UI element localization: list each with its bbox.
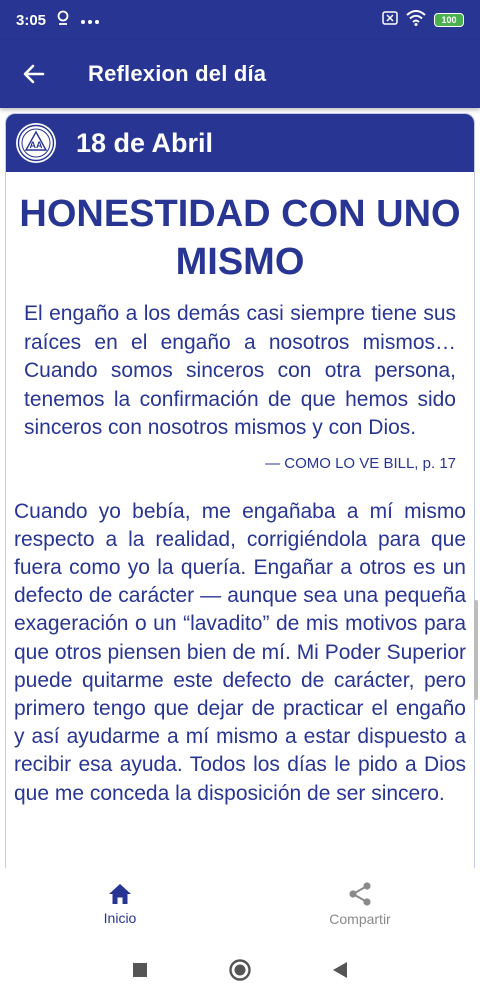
- logo-text: AA: [30, 140, 43, 150]
- bottom-navigation: Inicio Compartir: [0, 868, 480, 940]
- nav-item-inicio[interactable]: Inicio: [0, 868, 240, 940]
- back-button[interactable]: [6, 46, 62, 102]
- reflection-card: AA 18 de Abril HONESTIDAD CON UNO MISMO …: [5, 113, 475, 873]
- reading-quote: El engaño a los demás casi siempre tiene…: [24, 302, 456, 439]
- card-header: AA 18 de Abril: [6, 114, 474, 172]
- scrollbar[interactable]: [474, 600, 478, 700]
- status-bar: 3:05 100: [0, 0, 480, 40]
- back-nav-button[interactable]: [325, 955, 355, 985]
- home-icon: [109, 884, 131, 904]
- nav-label-compartir: Compartir: [329, 911, 391, 927]
- arrow-back-icon: [23, 64, 45, 84]
- more-notifications-icon: [80, 12, 100, 29]
- recents-button[interactable]: [125, 955, 155, 985]
- status-time: 3:05: [16, 11, 47, 29]
- nav-label-inicio: Inicio: [103, 910, 137, 926]
- reading-body: Cuando yo bebía, me engañaba a mí mismo …: [14, 499, 466, 805]
- square-icon: [133, 963, 147, 977]
- aa-logo-icon: AA: [16, 123, 56, 163]
- circle-icon: [229, 959, 251, 981]
- share-icon: [349, 882, 371, 906]
- location-icon: [56, 10, 70, 30]
- system-navigation: [0, 940, 480, 1000]
- reading-date: 18 de Abril: [76, 127, 214, 158]
- app-title: Reflexion del día: [88, 61, 267, 86]
- triangle-back-icon: [333, 962, 347, 978]
- quote-source: — COMO LO VE BILL, p. 17: [265, 454, 456, 472]
- home-button[interactable]: [225, 955, 255, 985]
- nav-item-compartir[interactable]: Compartir: [240, 868, 480, 940]
- battery-icon: 100: [434, 13, 464, 27]
- reading-title: HONESTIDAD CON UNO MISMO: [19, 193, 461, 283]
- sim-off-icon: [382, 11, 398, 29]
- wifi-icon: [406, 10, 426, 30]
- app-bar: Reflexion del día: [0, 40, 480, 108]
